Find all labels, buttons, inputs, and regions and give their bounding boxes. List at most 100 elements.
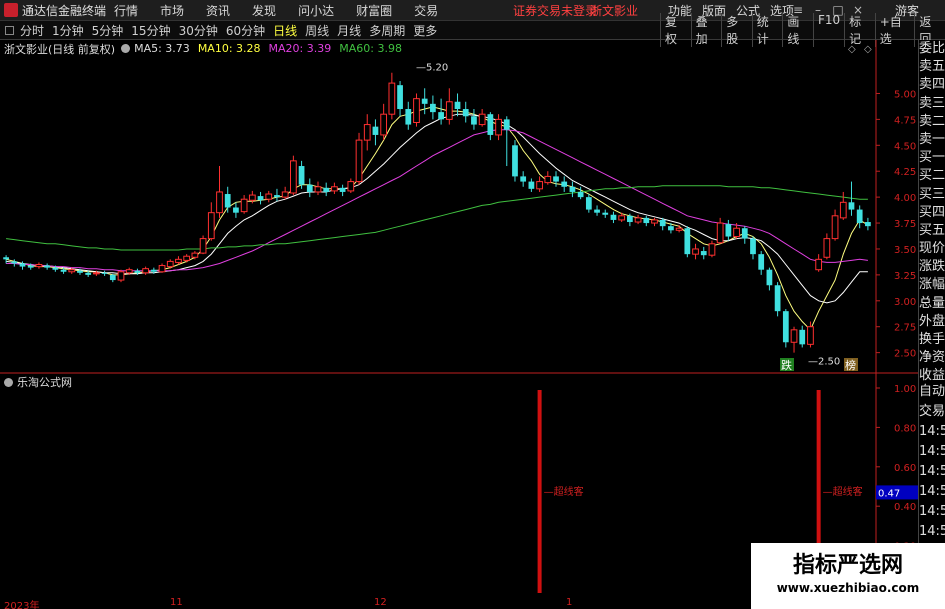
ma-line-ma60 xyxy=(6,185,868,251)
candle-body-55 xyxy=(454,101,461,110)
candle-body-64 xyxy=(528,181,535,189)
period-tab-7[interactable]: 周线 xyxy=(305,24,329,38)
candle-body-75 xyxy=(618,215,626,221)
candle-body-79 xyxy=(651,219,658,224)
login-status[interactable]: 证券交易未登录 xyxy=(513,2,597,19)
period-tab-6[interactable]: 日线 xyxy=(273,24,297,38)
candle-body-17 xyxy=(142,268,150,274)
menu-exchange[interactable]: 市场 xyxy=(160,2,184,19)
candle-body-69 xyxy=(569,186,576,192)
menu-market[interactable]: 行情 xyxy=(114,2,138,19)
candle-body-47 xyxy=(388,82,396,115)
tick-label-3: 14:56 xyxy=(919,444,945,459)
candle-body-74 xyxy=(610,214,617,220)
candle-body-2 xyxy=(19,263,26,267)
stock-name-title: 浙文影业 xyxy=(590,3,639,18)
panel-toggle-icon[interactable] xyxy=(5,25,14,35)
candle-body-8 xyxy=(68,269,76,273)
candle-body-71 xyxy=(585,197,592,210)
kline-chart[interactable]: 5.00 4.75 4.50 4.25 4.00 3.75 3.50 3.25 3.00 2.75… xyxy=(0,40,918,609)
candle-body-81 xyxy=(668,226,674,231)
candle-body-40 xyxy=(331,186,338,192)
candle-body-3 xyxy=(27,265,34,268)
quote-label-8: 买三 xyxy=(919,186,945,202)
candle-body-44 xyxy=(363,124,371,141)
period-tab-4[interactable]: 30分钟 xyxy=(179,24,218,38)
candle-body-58 xyxy=(478,113,486,126)
quote-label-1: 卖五 xyxy=(919,59,945,75)
candle-body-31 xyxy=(257,196,264,201)
candle-body-99 xyxy=(815,258,823,271)
candle-body-33 xyxy=(274,195,280,198)
period-tab-8[interactable]: 月线 xyxy=(337,24,361,38)
tick-label-1: 交易 xyxy=(919,404,945,419)
candle-body-51 xyxy=(421,98,428,104)
candle-body-39 xyxy=(323,187,330,192)
menu-ask[interactable]: 问小达 xyxy=(298,2,334,19)
menu-trade[interactable]: 交易 xyxy=(414,2,438,19)
date-label-nov: 11 xyxy=(170,597,183,608)
candle-body-50 xyxy=(413,98,420,123)
menu-wealth[interactable]: 财富圈 xyxy=(356,2,392,19)
candle-body-70 xyxy=(577,191,584,198)
tick-label-7: 14:56 xyxy=(919,524,945,539)
candle-body-94 xyxy=(774,285,781,312)
candle-body-27 xyxy=(224,194,231,208)
menu-discover[interactable]: 发现 xyxy=(252,2,276,19)
period-tab-3[interactable]: 15分钟 xyxy=(131,24,170,38)
candle-body-84 xyxy=(692,248,699,255)
quote-label-5: 卖一 xyxy=(919,131,945,147)
sub-tick-label-1: 0.80 xyxy=(894,423,916,434)
candle-body-61 xyxy=(503,119,510,130)
candle-body-65 xyxy=(536,181,543,190)
candle-body-45 xyxy=(372,126,379,135)
candle-body-91 xyxy=(750,238,756,255)
candle-body-73 xyxy=(602,212,609,215)
candle-body-37 xyxy=(306,184,313,192)
period-tab-10[interactable]: 更多 xyxy=(413,24,437,38)
candle-body-104 xyxy=(856,209,863,224)
price-tick-label-10: 2.50 xyxy=(894,349,916,360)
watermark-url: www.xuezhibiao.com xyxy=(776,581,920,595)
tick-label-6: 14:56 xyxy=(919,504,945,519)
candle-body-105 xyxy=(865,222,871,227)
candle-body-98 xyxy=(807,326,814,345)
candle-body-78 xyxy=(643,217,650,224)
period-tab-0[interactable]: 分时 xyxy=(20,24,44,38)
period-tab-9[interactable]: 多周期 xyxy=(369,24,405,38)
candle-body-100 xyxy=(823,238,831,258)
candle-body-77 xyxy=(634,217,642,223)
indicator-axis: 1.000.800.600.400.200.47 xyxy=(876,384,918,553)
candle-body-28 xyxy=(233,207,239,213)
candle-body-89 xyxy=(733,227,740,238)
candle-body-1 xyxy=(11,261,18,264)
candle-body-38 xyxy=(314,186,322,193)
tick-label-0: 自动 xyxy=(919,384,945,399)
period-tab-2[interactable]: 5分钟 xyxy=(92,24,124,38)
candle-body-41 xyxy=(339,187,346,192)
period-tab-1[interactable]: 1分钟 xyxy=(52,24,84,38)
period-tab-5[interactable]: 60分钟 xyxy=(226,24,265,38)
quote-label-3: 卖三 xyxy=(919,95,945,111)
candle-body-6 xyxy=(52,267,59,270)
period-toolbar: 分时 1分钟 5分钟 15分钟 30分钟 60分钟 日线 周线 月线 多周期 更多 复权 叠加 多股 统计… xyxy=(0,13,945,47)
candle-body-52 xyxy=(430,103,436,113)
tick-label-2: 14:56 xyxy=(919,424,945,439)
candle-body-11 xyxy=(93,272,100,275)
chart-option-icon-1: ◇ xyxy=(864,44,872,55)
quote-label-17: 净资 xyxy=(919,350,945,366)
candle-body-90 xyxy=(741,228,748,239)
candle-body-62 xyxy=(512,145,518,177)
candle-body-12 xyxy=(101,272,108,274)
candle-body-20 xyxy=(166,260,174,268)
price-tick-label-8: 3.00 xyxy=(894,297,916,308)
candle-body-93 xyxy=(766,269,773,286)
candle-body-15 xyxy=(125,269,133,274)
quote-label-0: 委比 xyxy=(919,41,945,56)
candle-body-72 xyxy=(594,209,600,213)
candle-body-18 xyxy=(150,269,157,272)
candle-body-54 xyxy=(445,101,453,120)
menu-news[interactable]: 资讯 xyxy=(206,2,230,19)
rank-badge-label: 榜 xyxy=(845,358,856,372)
watermark: 指标严选网 www.xuezhibiao.com xyxy=(751,543,945,609)
